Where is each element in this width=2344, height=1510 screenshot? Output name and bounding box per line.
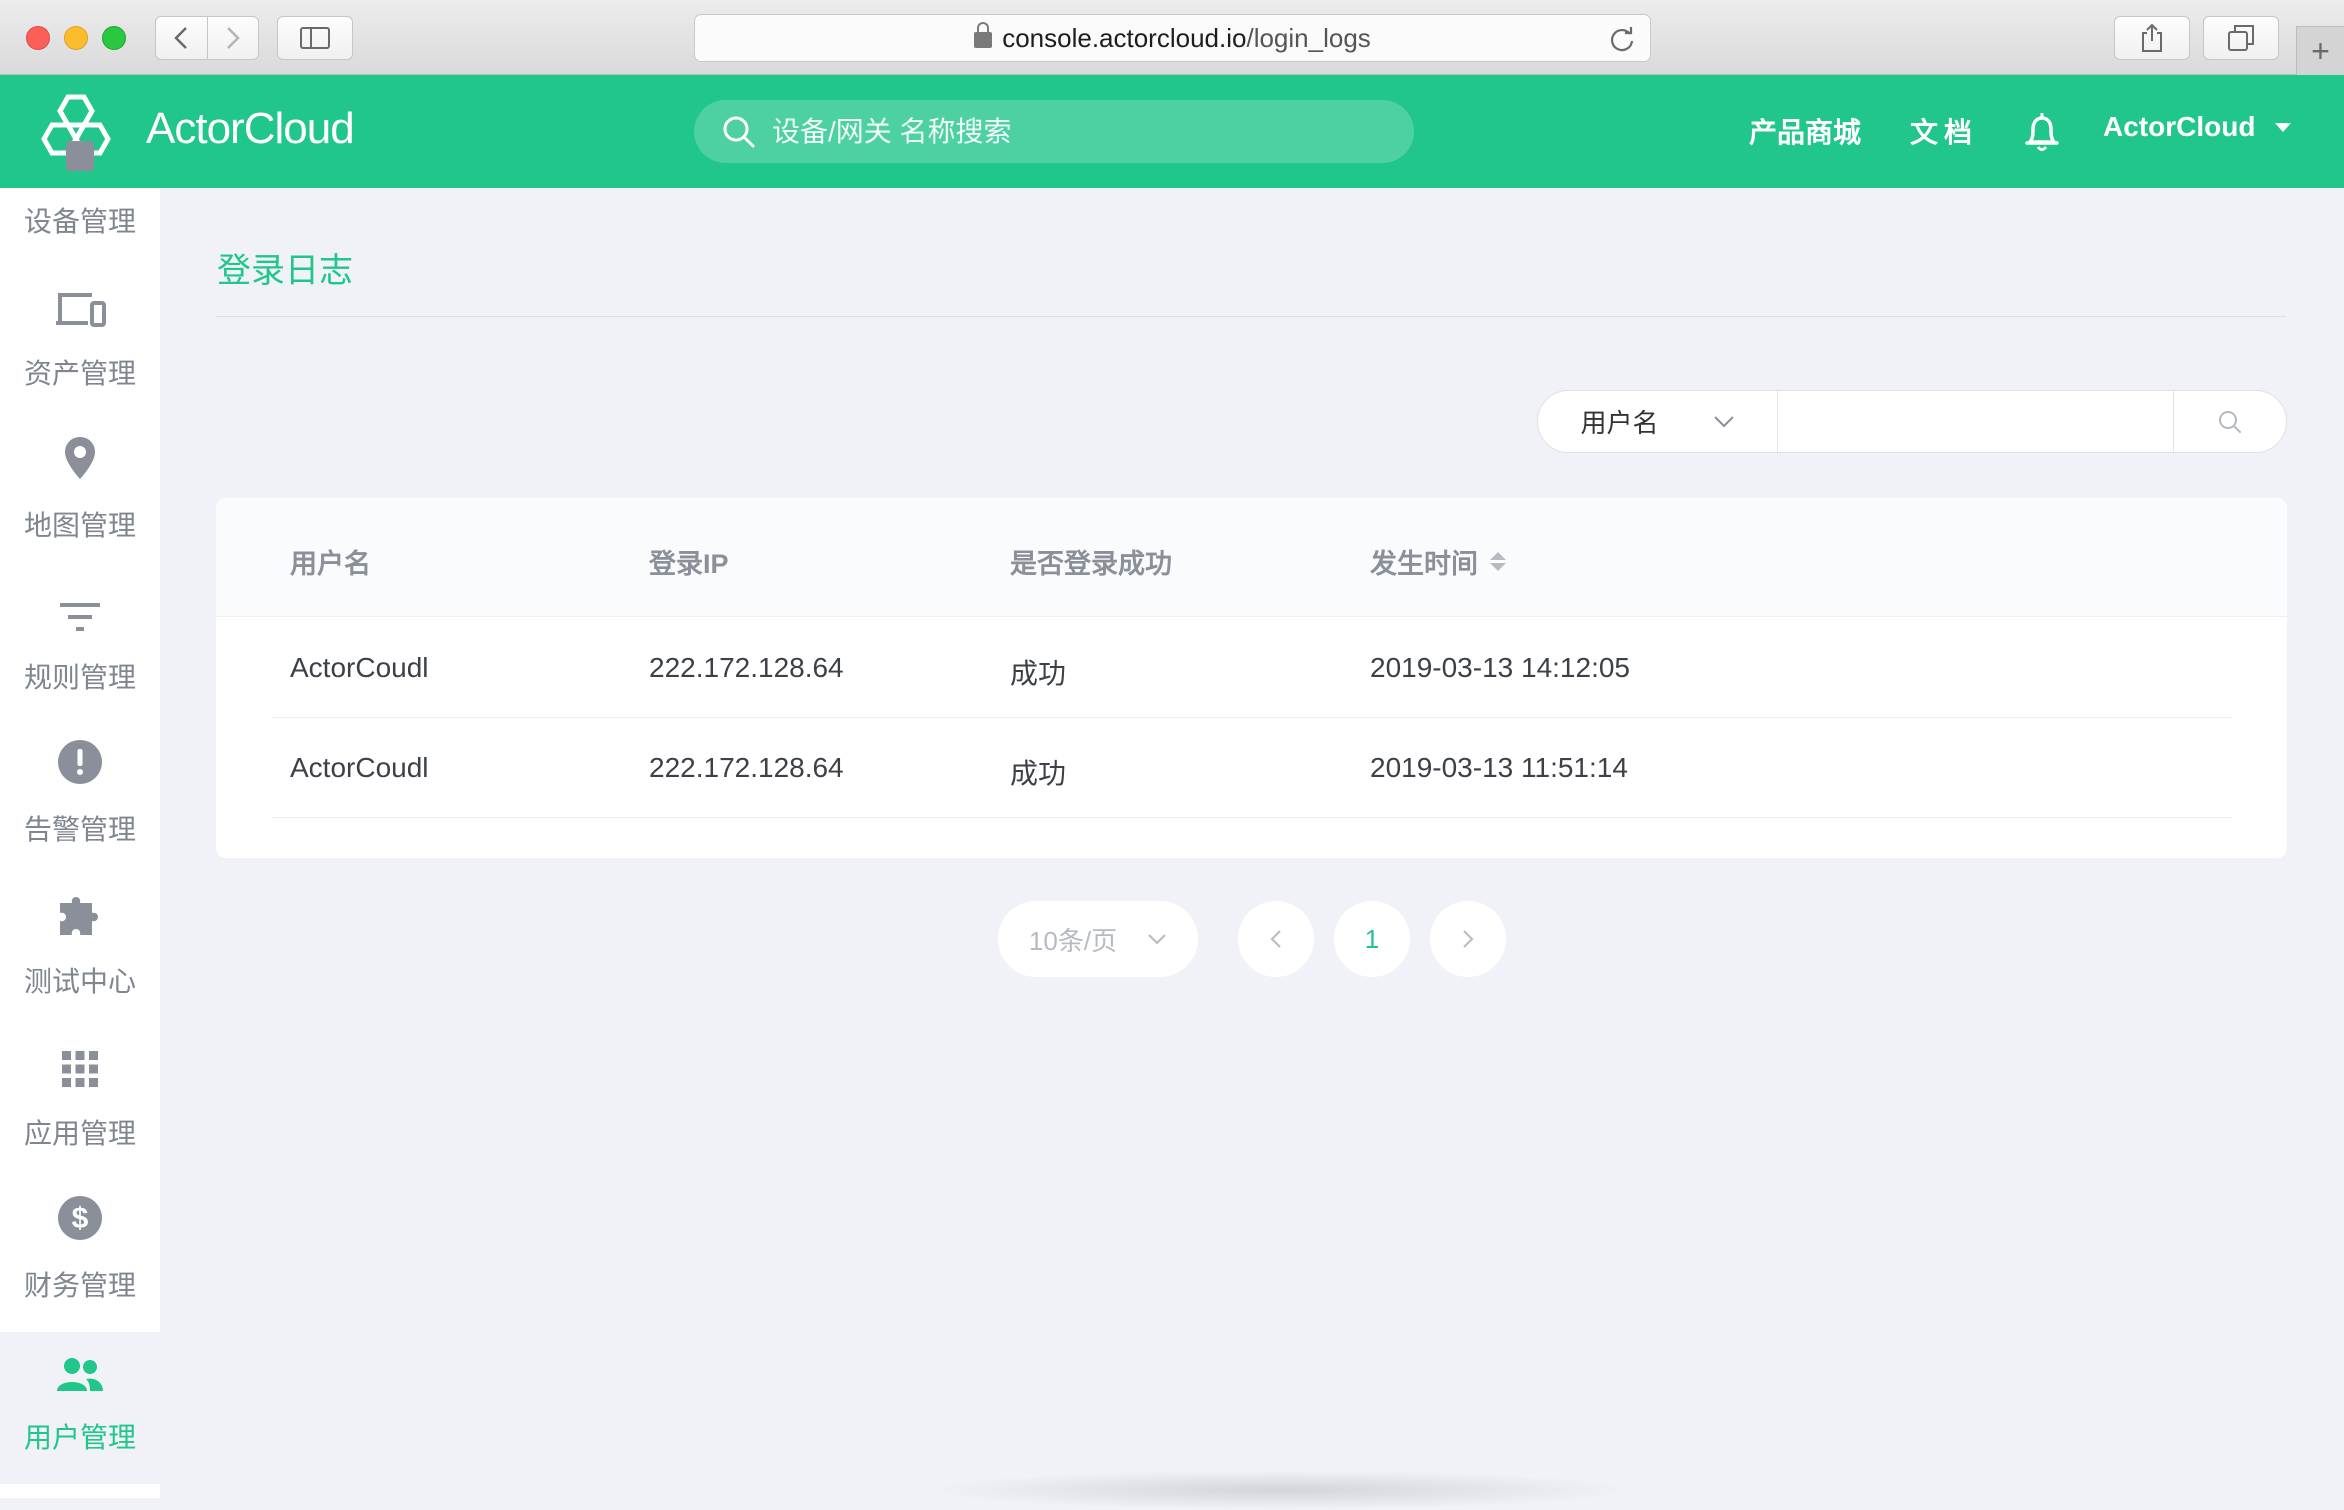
sidebar-item-label: 用户管理 [23,1422,136,1453]
product-store-link[interactable]: 产品商城 [1749,111,1861,151]
prev-page-button[interactable] [1238,901,1314,977]
grid-icon [60,1049,100,1096]
main-content: 登录日志 用户名 用户名 登录IP 是否登录成功 发生时间 ActorCoudl… [160,188,2344,1498]
page-size-label: 10条/页 [1028,925,1118,956]
plus-icon: + [2311,32,2330,69]
cell-ip: 222.172.128.64 [649,652,844,683]
map-pin-icon [62,435,98,488]
dollar-icon: $ [57,1195,103,1248]
sidebar-item-test-center[interactable]: 测试中心 [0,876,160,1028]
filter-field-label: 用户名 [1580,408,1659,438]
users-icon [56,1357,104,1400]
cell-success: 成功 [1010,758,1067,789]
sort-icon[interactable] [1490,552,1506,571]
sidebar-item-label: 规则管理 [23,662,136,693]
sidebar-toggle-button[interactable] [277,16,353,60]
filter-field-select[interactable]: 用户名 [1538,391,1778,452]
filter-value-input[interactable] [1778,391,2173,452]
sidebar-item-users[interactable]: 用户管理 [0,1332,160,1484]
page-number-button[interactable]: 1 [1334,901,1410,977]
cell-username: ActorCoudl [290,752,429,783]
sidebar-item-label: 设备管理 [23,206,136,237]
back-button[interactable] [156,17,207,59]
user-name: ActorCloud [2103,111,2256,142]
tabs-overview-button[interactable] [2203,16,2279,60]
url-host: console.actorcloud.io [1002,22,1247,53]
caret-down-icon [2275,122,2292,132]
lock-icon [974,22,993,48]
table-row: ActorCoudl 222.172.128.64 成功 2019-03-13 … [272,618,2232,718]
column-header-username: 用户名 [290,549,371,579]
search-input[interactable] [772,115,1372,148]
user-menu[interactable]: ActorCloud [2103,111,2292,143]
browser-chrome: console.actorcloud.io/login_logs + [0,0,2344,75]
filter-icon [58,601,102,640]
share-icon [2142,23,2162,52]
log-filter: 用户名 [1537,390,2287,453]
filter-search-button[interactable] [2174,391,2286,452]
sidebar-item-label: 资产管理 [23,358,136,389]
column-header-time[interactable]: 发生时间 [1370,542,1506,581]
sidebar-item-label: 财务管理 [23,1270,136,1301]
next-page-button[interactable] [1430,901,1506,977]
sidebar-item-label: 测试中心 [23,966,136,997]
sidebar-item-map[interactable]: 地图管理 [0,420,160,572]
global-search[interactable] [694,100,1414,163]
bottom-shadow [920,1470,1640,1510]
maximize-window-button[interactable] [102,26,126,50]
cell-success: 成功 [1010,658,1067,689]
chevron-right-icon [227,27,240,49]
sidebar-item-label: 地图管理 [23,510,136,541]
sidebar-icon [300,27,330,49]
sidebar-item-rules[interactable]: 规则管理 [0,572,160,724]
page-title: 登录日志 [217,252,353,290]
forward-button[interactable] [206,17,258,59]
close-window-button[interactable] [26,26,50,50]
alert-icon [57,739,103,792]
title-divider [216,316,2286,317]
cell-time: 2019-03-13 14:12:05 [1370,652,1630,683]
search-icon [723,116,755,147]
sidebar: 设备管理 资产管理 地图管理 规则管理 告警管理 测试中心 应用管理 $ 财务管… [0,141,160,1498]
sidebar-item-label: 告警管理 [23,814,136,845]
history-nav [155,16,259,60]
sidebar-item-apps[interactable]: 应用管理 [0,1028,160,1180]
docs-link[interactable]: 文档 [1910,111,1978,151]
page-size-select[interactable]: 10条/页 [998,901,1198,977]
chevron-left-icon [1270,930,1281,948]
cell-username: ActorCoudl [290,652,429,683]
url-path: /login_logs [1246,22,1371,53]
column-header-success: 是否登录成功 [1010,549,1172,579]
cell-time: 2019-03-13 11:51:14 [1370,752,1628,783]
minimize-window-button[interactable] [64,26,88,50]
filter-value-field [1778,391,2174,452]
login-log-table: 用户名 登录IP 是否登录成功 发生时间 ActorCoudl 222.172.… [216,498,2287,858]
tabs-icon [2228,25,2254,51]
chevron-left-icon [174,27,188,49]
new-tab-button[interactable]: + [2296,26,2344,75]
search-icon [2219,410,2241,433]
address-bar[interactable]: console.actorcloud.io/login_logs [694,14,1651,62]
logo-text: ActorCloud [146,104,355,153]
reload-icon[interactable] [1608,25,1636,53]
sidebar-item-device[interactable]: 设备管理 [0,116,160,268]
device-icon [60,137,100,184]
sidebar-item-alerts[interactable]: 告警管理 [0,724,160,876]
sidebar-item-assets[interactable]: 资产管理 [0,268,160,420]
sidebar-item-label: 应用管理 [23,1118,136,1149]
chevron-down-icon [1713,415,1734,427]
column-header-ip: 登录IP [649,549,729,579]
table-header: 用户名 登录IP 是否登录成功 发生时间 [216,498,2287,617]
chevron-down-icon [1148,934,1166,945]
table-row: ActorCoudl 222.172.128.64 成功 2019-03-13 … [272,718,2232,818]
bell-icon[interactable] [2024,111,2060,153]
devices-asset-icon [54,289,106,336]
app-header: ActorCloud 产品商城 文档 ActorCloud [0,75,2344,188]
cell-ip: 222.172.128.64 [649,752,844,783]
svg-text:$: $ [72,1202,89,1235]
sidebar-item-finance[interactable]: $ 财务管理 [0,1180,160,1332]
puzzle-icon [56,891,104,944]
share-button[interactable] [2114,16,2190,60]
chevron-right-icon [1463,930,1474,948]
